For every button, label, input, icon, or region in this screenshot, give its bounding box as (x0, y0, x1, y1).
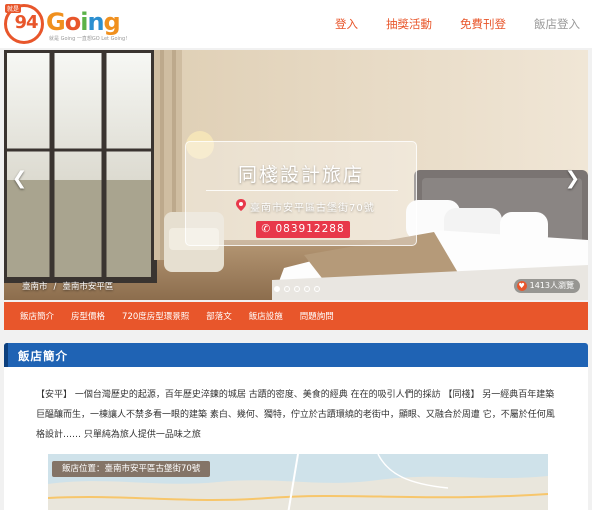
tab-intro[interactable]: 飯店簡介 (20, 310, 54, 322)
carousel-dot[interactable] (304, 286, 310, 292)
divider (206, 190, 398, 191)
top-header: 就是 94 Going 就是 Going 一直想GO Let Going! 登入… (0, 0, 592, 48)
breadcrumb: 臺南市 / 臺南市安平區 (22, 282, 114, 292)
tab-room-prices[interactable]: 房型價格 (71, 310, 105, 322)
location-pin-icon (236, 199, 246, 211)
carousel-dot[interactable] (284, 286, 290, 292)
tab-720-panorama[interactable]: 720度房型環景照 (122, 310, 189, 322)
hotel-info-card: 同棧設計旅店 臺南市安平區古堡街70號 ✆ 083912288 (185, 141, 417, 246)
chevron-right-icon[interactable]: ❯ (565, 168, 580, 189)
carousel-dot[interactable] (314, 286, 320, 292)
map-location-label: 飯店位置：臺南市安平區古堡街70號 (52, 461, 211, 477)
carousel-dot[interactable] (274, 286, 280, 292)
carousel-dot[interactable] (294, 286, 300, 292)
nav-login[interactable]: 登入 (335, 16, 358, 32)
top-nav: 登入 抽獎活動 免費刊登 飯店登入 (307, 16, 580, 32)
logo-slogan: 就是 Going 一直想GO Let Going! (49, 36, 128, 42)
phone-number: 083912288 (275, 223, 345, 235)
breadcrumb-district[interactable]: 臺南市安平區 (62, 282, 113, 292)
logo-number: 94 (14, 12, 38, 33)
site-logo[interactable]: 就是 94 Going 就是 Going 一直想GO Let Going! (4, 4, 128, 44)
nav-free-listing[interactable]: 免費刊登 (460, 16, 506, 32)
tab-facilities[interactable]: 飯店設施 (249, 310, 283, 322)
section-header: 飯店簡介 (4, 343, 588, 367)
logo-wordmark: Going (46, 8, 121, 36)
location-map[interactable]: 飯店位置：臺南市安平區古堡街70號 (48, 454, 548, 510)
hotel-name: 同棧設計旅店 (237, 164, 364, 186)
intro-text: 【安平】 一個台灣歷史的起源，百年歷史淬鍊的城居 古蹟的密度、美食的經典 在在的… (36, 390, 555, 440)
phone-icon: ✆ (261, 223, 276, 235)
tab-inquiry[interactable]: 問題詢問 (300, 310, 334, 322)
phone-button[interactable]: ✆ 083912288 (256, 221, 350, 238)
intro-section: 飯店簡介 【安平】 一個台灣歷史的起源，百年歷史淬鍊的城居 古蹟的密度、美食的經… (4, 343, 588, 510)
chevron-left-icon[interactable]: ❮ (12, 168, 27, 189)
tab-blog[interactable]: 部落文 (206, 310, 232, 322)
breadcrumb-city[interactable]: 臺南市 (22, 282, 48, 292)
carousel-indicators (274, 286, 320, 292)
section-title: 飯店簡介 (18, 349, 68, 363)
heart-icon: ♥ (516, 281, 527, 291)
hotel-tabs: 飯店簡介 房型價格 720度房型環景照 部落文 飯店設施 問題詢問 (4, 302, 588, 330)
nav-lottery[interactable]: 抽獎活動 (386, 16, 432, 32)
view-count-badge: ♥ 1413人瀏覽 (513, 279, 580, 293)
hotel-address: 臺南市安平區古堡街70號 (250, 203, 375, 214)
logo-badge: 就是 94 (4, 4, 44, 44)
nav-hotel-login[interactable]: 飯店登入 (534, 16, 580, 32)
view-count: 1413人瀏覽 (529, 281, 574, 290)
hero-carousel[interactable]: 同棧設計旅店 臺南市安平區古堡街70號 ✆ 083912288 ❮ ❯ 臺南市 /… (4, 50, 588, 300)
